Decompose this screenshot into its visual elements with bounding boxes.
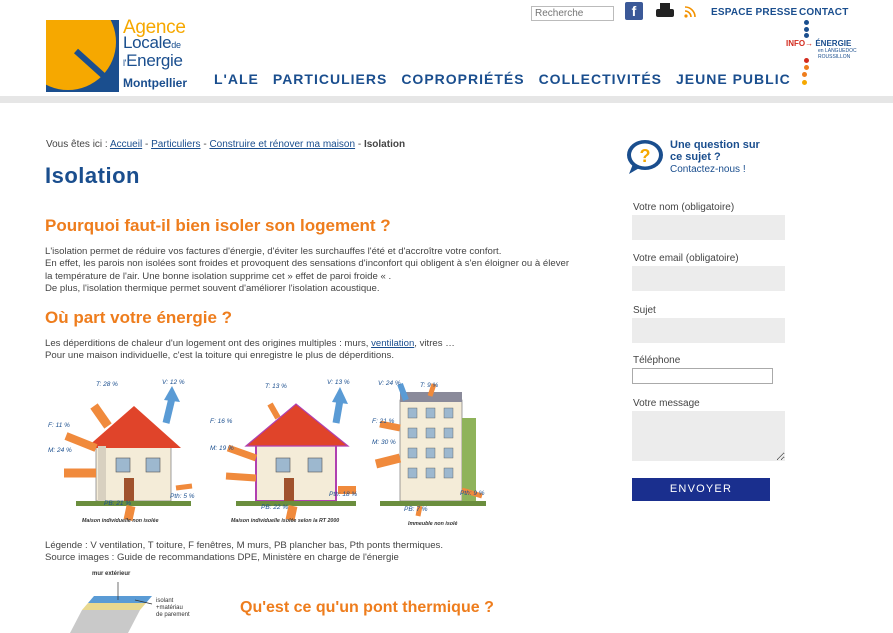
name-field[interactable] <box>632 215 785 240</box>
wall-insulation-illustration: mur extérieur isolant +matériau de paremen… <box>60 570 190 633</box>
figure-house-uninsulated: T: 28 % V: 12 % F: 11 % M: 24 % PB: 21 %… <box>48 379 195 524</box>
subject-label: Sujet <box>633 305 656 316</box>
phone-field[interactable] <box>632 368 773 384</box>
page-title: Isolation <box>45 163 140 188</box>
figure-legend: Légende : V ventilation, T toiture, F fe… <box>45 540 443 564</box>
nav-item-jeune-public[interactable]: JEUNE PUBLIC <box>676 71 791 87</box>
section-heading-why: Pourquoi faut-il bien isoler son logemen… <box>45 216 391 235</box>
info-energie-title: INFO→ ÉNERGIE <box>786 39 852 48</box>
espace-presse-link[interactable]: ESPACE PRESSE <box>711 7 797 18</box>
logo-city: Montpellier <box>123 76 188 90</box>
ventilation-link[interactable]: ventilation <box>371 338 414 349</box>
figure-house-rt2000: T: 13 % V: 13 % F: 16 % M: 19 % PB: 22 %… <box>210 379 358 524</box>
email-label: Votre email (obligatoire) <box>633 253 739 264</box>
rss-icon[interactable] <box>684 6 696 18</box>
phone-label: Téléphone <box>633 355 681 366</box>
email-field[interactable] <box>632 266 785 291</box>
site-header: Agence Localede l'Energie Montpellier f … <box>0 0 893 96</box>
breadcrumb-current: Isolation <box>363 139 406 150</box>
main-nav: L'ALE PARTICULIERS COPROPRIÉTÉS COLLECTI… <box>214 71 791 87</box>
facebook-icon[interactable]: f <box>625 2 643 20</box>
figure-building-uninsulated: V: 24 % T: 9 % F: 21 % M: 30 % PB: 7 % P… <box>372 380 486 527</box>
info-energie-sub: en LANGUEDOC ROUSSILLON <box>818 48 857 60</box>
send-button[interactable]: ENVOYER <box>632 478 770 501</box>
logo-wordmark: Agence Localede l'Energie <box>123 17 186 70</box>
breadcrumb: Vous êtes ici : Accueil - Particuliers -… <box>46 139 406 150</box>
breadcrumb-particuliers[interactable]: Particuliers <box>151 139 200 150</box>
svg-text:?: ? <box>640 146 651 166</box>
info-energie-logo[interactable]: INFO→ ÉNERGIE en LANGUEDOC ROUSSILLON <box>786 20 857 90</box>
nav-item-ale[interactable]: L'ALE <box>214 71 259 87</box>
message-field[interactable] <box>632 411 785 461</box>
search-input[interactable] <box>531 5 614 21</box>
sidebar-question-title: Une question sur ce sujet ? <box>670 139 760 163</box>
contact-link[interactable]: CONTACT <box>799 7 849 18</box>
nav-item-collectivites[interactable]: COLLECTIVITÉS <box>539 71 662 87</box>
section-heading-where: Où part votre énergie ? <box>45 308 233 327</box>
breadcrumb-accueil[interactable]: Accueil <box>110 139 142 150</box>
breadcrumb-construire[interactable]: Construire et rénover ma maison <box>209 139 355 150</box>
name-label: Votre nom (obligatoire) <box>633 202 735 213</box>
section-heading-thermal-bridge: Qu'est ce qu'un pont thermique ? <box>240 599 494 616</box>
question-bubble-icon: ? <box>625 138 665 174</box>
utility-bar: f ESPACE PRESSE CONTACT <box>531 2 848 22</box>
logo-sun-icon <box>46 20 119 92</box>
header-divider <box>0 96 893 103</box>
nav-item-coproprietes[interactable]: COPROPRIÉTÉS <box>401 71 524 87</box>
site-logo[interactable]: Agence Localede l'Energie Montpellier <box>46 17 196 92</box>
message-label: Votre message <box>633 398 700 409</box>
section-text-where: Les déperditions de chaleur d'un logemen… <box>45 338 455 362</box>
print-icon[interactable] <box>656 3 674 19</box>
nav-item-particuliers[interactable]: PARTICULIERS <box>273 71 387 87</box>
section-text-why: L'isolation permet de réduire vos factur… <box>45 246 570 295</box>
subject-field[interactable] <box>632 318 785 343</box>
sidebar-contact-link[interactable]: Contactez-nous ! <box>670 164 746 175</box>
